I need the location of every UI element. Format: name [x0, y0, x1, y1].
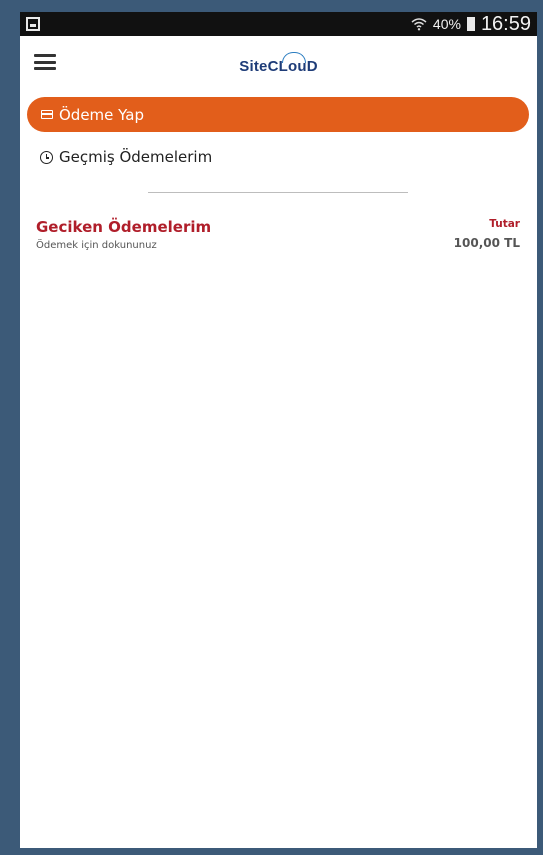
wifi-icon	[411, 18, 427, 31]
app-bar: SiteCLouD	[20, 36, 537, 96]
divider	[148, 192, 408, 193]
amount-label: Tutar	[489, 218, 520, 230]
status-right: 40% 16:59	[411, 13, 531, 36]
status-left	[26, 17, 40, 31]
logo-cloud-arc	[282, 51, 307, 63]
amount-value: 100,00 TL	[453, 236, 520, 250]
payment-history-label: Geçmiş Ödemelerim	[59, 148, 213, 166]
amount-column: Tutar 100,00 TL	[454, 218, 520, 250]
overdue-payments-item[interactable]: Geciken Ödemelerim Ödemek için dokununuz…	[36, 218, 522, 251]
clock: 16:59	[480, 12, 531, 35]
status-bar: 40% 16:59	[20, 12, 537, 36]
sitecloud-logo: SiteCLouD	[239, 51, 318, 75]
payment-history-link[interactable]: Geçmiş Ödemelerim	[40, 148, 212, 166]
credit-card-icon	[41, 110, 53, 119]
screenshot-notification-icon	[26, 17, 40, 31]
battery-percent: 40%	[432, 16, 461, 32]
pay-button-label: Ödeme Yap	[59, 105, 144, 124]
overdue-subtitle: Ödemek için dokununuz	[36, 240, 157, 251]
logo-text: SiteCLouD	[239, 57, 318, 75]
menu-icon[interactable]	[34, 54, 56, 70]
pay-button[interactable]: Ödeme Yap	[27, 97, 529, 132]
battery-icon	[466, 17, 475, 31]
device-screen: 40% 16:59 SiteCLouD Ödeme Yap Geçmiş Öde…	[20, 12, 537, 848]
overdue-title: Geciken Ödemelerim	[36, 218, 212, 236]
clock-history-icon	[40, 150, 53, 164]
